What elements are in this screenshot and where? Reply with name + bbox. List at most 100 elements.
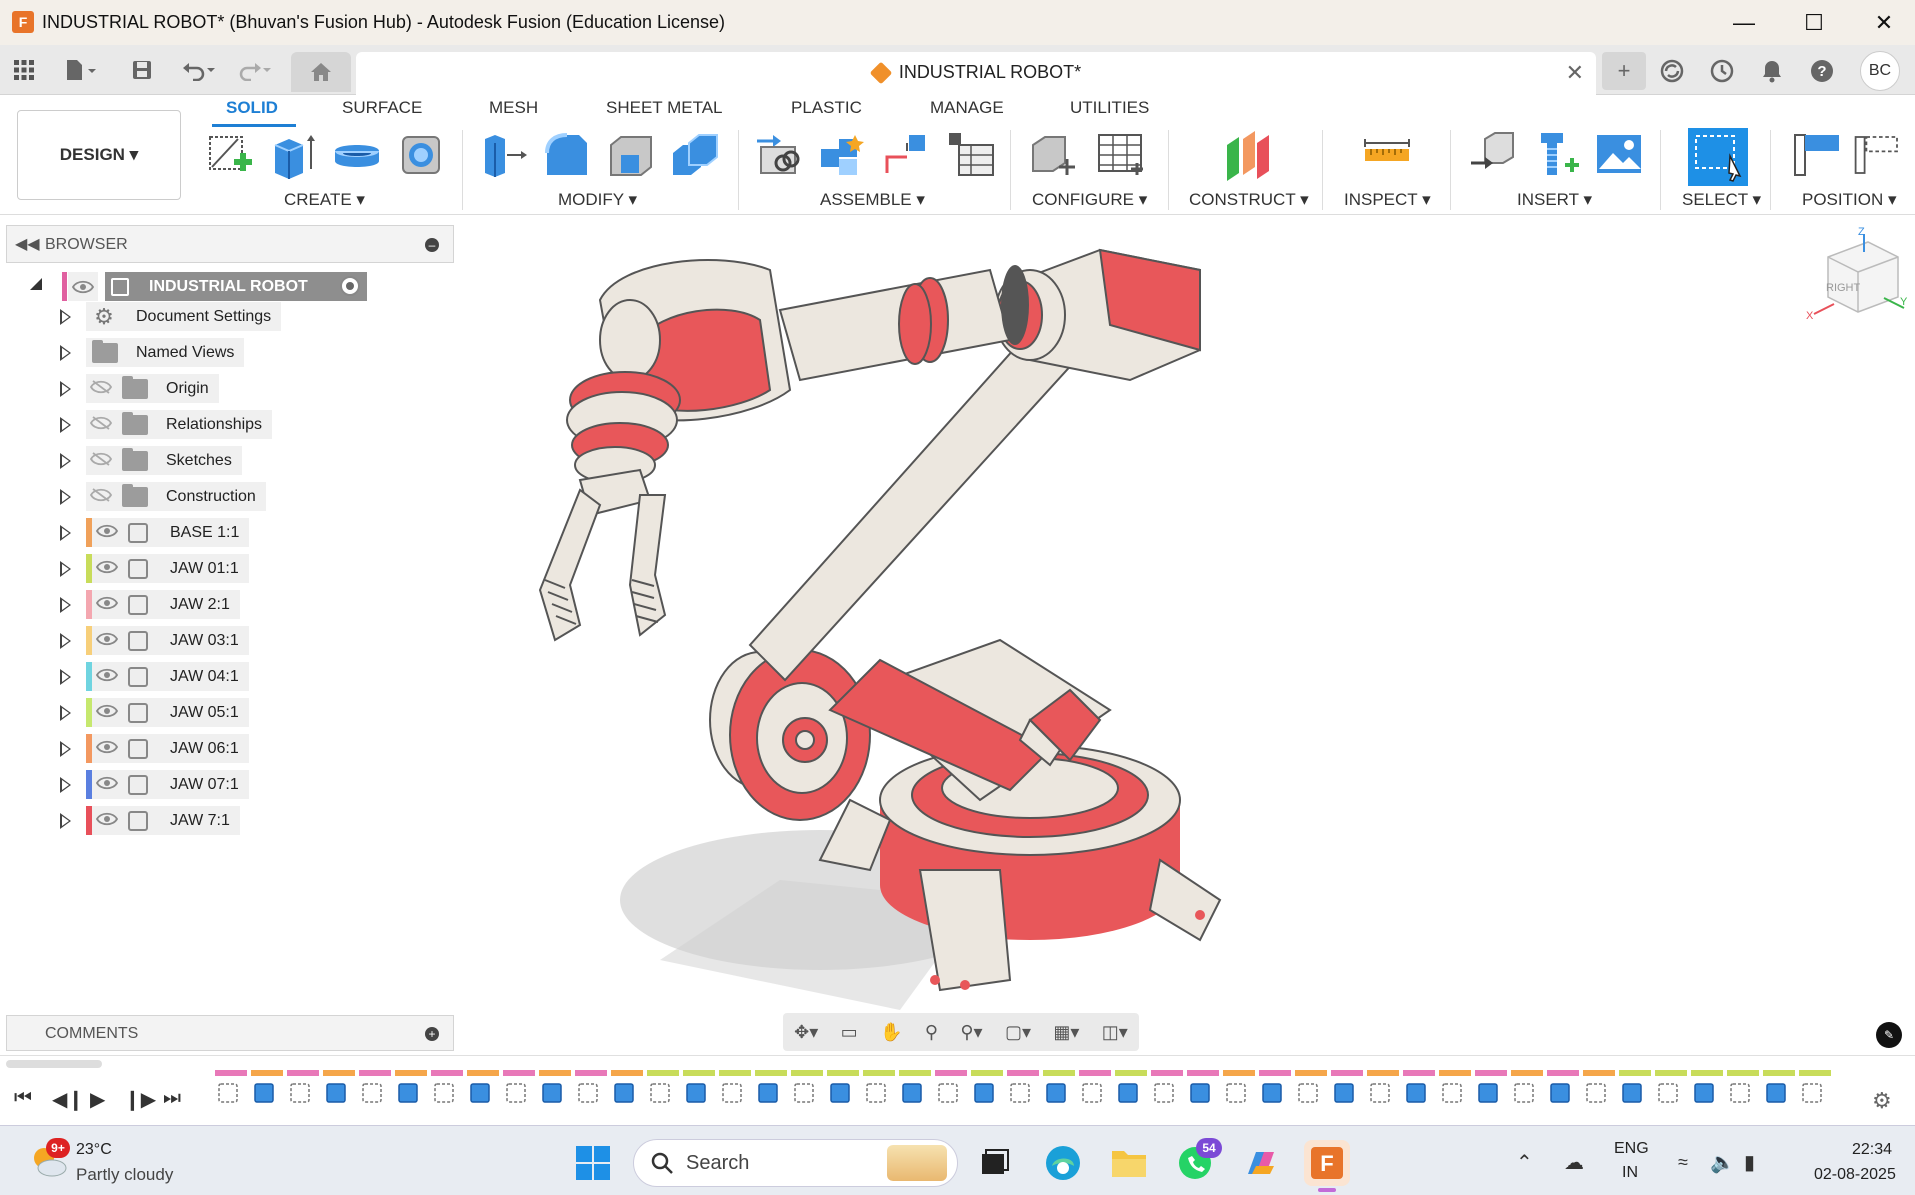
browser-item-box[interactable]: JAW 07:1 <box>86 770 249 799</box>
fusion-taskbar-icon[interactable]: F <box>1304 1140 1350 1186</box>
eye-hidden-icon[interactable] <box>86 415 116 434</box>
insert-derive-icon[interactable] <box>1466 128 1520 182</box>
extrude-icon[interactable] <box>266 128 320 182</box>
job-status-icon[interactable] <box>1652 52 1692 90</box>
browser-item-box[interactable]: BASE 1:1 <box>86 518 250 547</box>
group-position-label[interactable]: POSITION ▾ <box>1802 190 1897 210</box>
expand-arrow-icon[interactable] <box>60 416 72 433</box>
workspace-switcher-button[interactable]: DESIGN ▾ <box>17 110 181 200</box>
eye-icon[interactable] <box>92 776 122 794</box>
home-tab-icon[interactable] <box>291 52 351 92</box>
language-bottom[interactable]: IN <box>1622 1164 1638 1182</box>
browser-item-box[interactable]: Sketches <box>86 446 242 475</box>
browser-item[interactable]: JAW 04:1 <box>0 662 249 691</box>
timeline-feature-icon[interactable] <box>398 1083 418 1103</box>
group-construct-label[interactable]: CONSTRUCT ▾ <box>1189 190 1309 210</box>
tab-plastic[interactable]: PLASTIC <box>791 98 862 118</box>
text-commands-icon[interactable]: ✎ <box>1876 1022 1902 1048</box>
timeline-settings-gear-icon[interactable]: ⚙ <box>1872 1088 1892 1114</box>
zoom-icon[interactable]: ⚲ <box>925 1022 938 1043</box>
timeline-feature-icon[interactable] <box>1730 1083 1750 1103</box>
timeline-feature-icon[interactable] <box>614 1083 634 1103</box>
timeline-step-back-icon[interactable]: ◀❙ <box>52 1087 84 1112</box>
press-pull-icon[interactable] <box>476 128 530 182</box>
browser-item[interactable]: JAW 06:1 <box>0 734 249 763</box>
timeline-feature-icon[interactable] <box>1154 1083 1174 1103</box>
timeline-feature-icon[interactable] <box>1406 1083 1426 1103</box>
eye-icon[interactable] <box>92 524 122 542</box>
look-at-icon[interactable]: ▭ <box>841 1022 858 1043</box>
timeline-start-icon[interactable]: ⏮ <box>14 1087 32 1110</box>
eye-icon[interactable] <box>92 740 122 758</box>
timeline-feature-icon[interactable] <box>578 1083 598 1103</box>
expand-arrow-icon[interactable] <box>60 452 72 469</box>
select-tool-button[interactable] <box>1688 128 1748 186</box>
timeline-play-icon[interactable]: ▶ <box>90 1087 105 1112</box>
clock-date[interactable]: 02-08-2025 <box>1814 1166 1896 1184</box>
app-grid-icon[interactable] <box>6 53 42 87</box>
fit-zoom-icon[interactable]: ⚲▾ <box>960 1022 982 1043</box>
combine-icon[interactable] <box>668 128 722 182</box>
browser-item-box[interactable]: Construction <box>86 482 266 511</box>
viewports-icon[interactable]: ◫▾ <box>1102 1022 1128 1043</box>
expand-arrow-icon[interactable] <box>60 776 72 793</box>
timeline-feature-icon[interactable] <box>866 1083 886 1103</box>
fillet-icon[interactable] <box>540 128 594 182</box>
browser-item[interactable]: BASE 1:1 <box>0 518 250 547</box>
new-tab-icon[interactable]: + <box>1602 52 1646 90</box>
help-icon[interactable]: ? <box>1802 52 1842 90</box>
browser-item-box[interactable]: JAW 01:1 <box>86 554 249 583</box>
timeline-feature-icon[interactable] <box>326 1083 346 1103</box>
timeline-feature-icon[interactable] <box>1082 1083 1102 1103</box>
timeline-step-forward-icon[interactable]: ❙▶ <box>124 1087 156 1112</box>
browser-item[interactable]: JAW 03:1 <box>0 626 249 655</box>
timeline-feature-icon[interactable] <box>434 1083 454 1103</box>
document-tab[interactable]: INDUSTRIAL ROBOT* ✕ <box>356 52 1596 95</box>
eye-hidden-icon[interactable] <box>86 379 116 398</box>
redo-icon[interactable] <box>232 53 278 87</box>
expand-arrow-icon[interactable] <box>60 308 72 325</box>
timeline-feature-icon[interactable] <box>1478 1083 1498 1103</box>
expand-arrow-icon[interactable] <box>60 668 72 685</box>
file-menu-icon[interactable] <box>58 53 104 87</box>
tab-sheet-metal[interactable]: SHEET METAL <box>606 98 723 118</box>
eye-icon[interactable] <box>68 272 98 301</box>
display-settings-icon[interactable]: ▢▾ <box>1005 1022 1031 1043</box>
browser-item[interactable]: Relationships <box>0 410 273 439</box>
timeline-feature-icon[interactable] <box>470 1083 490 1103</box>
browser-item[interactable]: JAW 07:1 <box>0 770 249 799</box>
language-top[interactable]: ENG <box>1614 1140 1649 1158</box>
group-modify-label[interactable]: MODIFY ▾ <box>558 190 637 210</box>
timeline-feature-icon[interactable] <box>938 1083 958 1103</box>
timeline-feature-icon[interactable] <box>1370 1083 1390 1103</box>
browser-item-box[interactable]: Relationships <box>86 410 273 439</box>
volume-icon[interactable]: 🔈 <box>1710 1150 1735 1175</box>
timeline-feature-icon[interactable] <box>542 1083 562 1103</box>
position-capture-icon[interactable] <box>1790 128 1844 182</box>
eye-icon[interactable] <box>92 704 122 722</box>
position-revert-icon[interactable] <box>1852 128 1906 182</box>
browser-item[interactable]: Construction <box>0 482 266 511</box>
close-window-button[interactable]: ✕ <box>1854 4 1914 42</box>
save-icon[interactable] <box>124 53 160 87</box>
timeline-feature-icon[interactable] <box>506 1083 526 1103</box>
timeline-feature-icon[interactable] <box>1442 1083 1462 1103</box>
timeline-feature-icon[interactable] <box>1118 1083 1138 1103</box>
timeline-feature-icon[interactable] <box>1046 1083 1066 1103</box>
eye-icon[interactable] <box>92 560 122 578</box>
eye-icon[interactable] <box>92 668 122 686</box>
group-create-label[interactable]: CREATE ▾ <box>284 190 365 210</box>
eye-icon[interactable] <box>92 812 122 830</box>
timeline-feature-icon[interactable] <box>758 1083 778 1103</box>
expand-arrow-icon[interactable] <box>60 380 72 397</box>
timeline-feature-icon[interactable] <box>1694 1083 1714 1103</box>
timeline-feature-icon[interactable] <box>1334 1083 1354 1103</box>
browser-item[interactable]: Named Views <box>0 338 245 367</box>
browser-root-row[interactable]: INDUSTRIAL ROBOT <box>30 272 470 302</box>
insert-mcmaster-icon[interactable] <box>1528 128 1582 182</box>
expand-arrow-icon[interactable] <box>60 740 72 757</box>
tab-manage[interactable]: MANAGE <box>930 98 1004 118</box>
browser-item-box[interactable]: JAW 06:1 <box>86 734 249 763</box>
browser-item-box[interactable]: JAW 03:1 <box>86 626 249 655</box>
browser-item-box[interactable]: JAW 05:1 <box>86 698 249 727</box>
